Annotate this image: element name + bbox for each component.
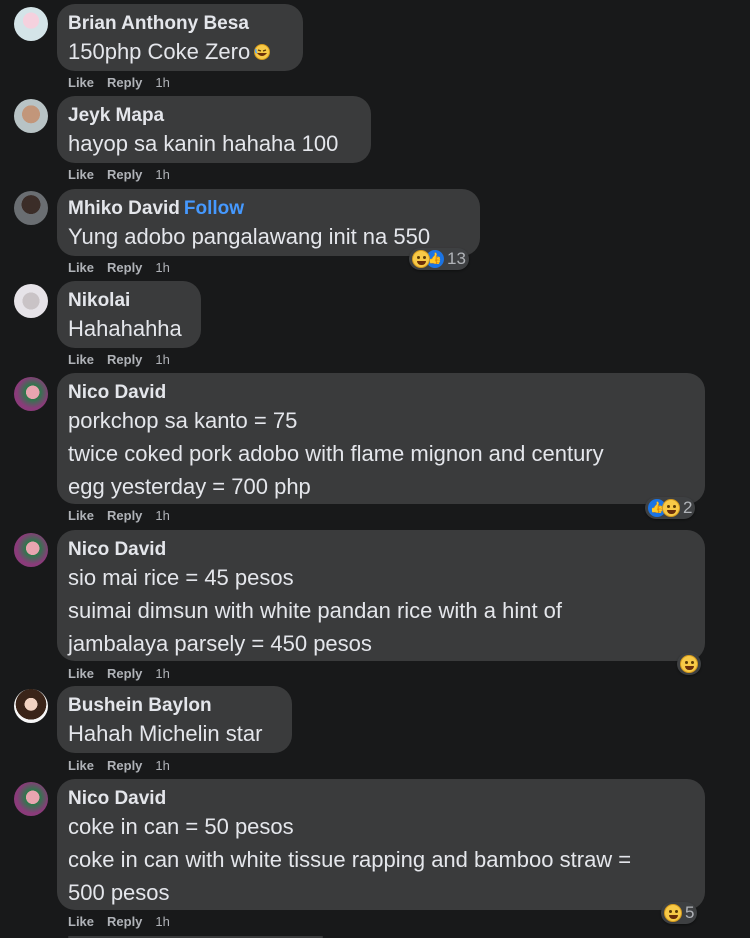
comment-author: Mhiko David Follow (68, 198, 245, 219)
reaction-summary[interactable]: 👍 13 (409, 248, 469, 270)
comment-time[interactable]: 1h (155, 167, 169, 182)
avatar[interactable] (14, 533, 48, 567)
comment-text-line: coke in can with white tissue rapping an… (68, 847, 632, 872)
comment-text-line: egg yesterday = 700 php (68, 474, 311, 499)
comment-text-line: porkchop sa kanto = 75 (68, 408, 298, 433)
comment-time[interactable]: 1h (155, 75, 169, 90)
like-link[interactable]: Like (68, 260, 94, 275)
haha-reaction-icon (680, 655, 698, 673)
comment-time[interactable]: 1h (155, 352, 169, 367)
reply-link[interactable]: Reply (107, 758, 142, 773)
like-link[interactable]: Like (68, 75, 94, 90)
comment-author[interactable]: Brian Anthony Besa (68, 13, 291, 35)
like-link[interactable]: Like (68, 758, 94, 773)
reaction-summary[interactable]: 👍 2 (645, 497, 696, 519)
reply-link[interactable]: Reply (107, 352, 142, 367)
comment-bubble: Nico David sio mai rice = 45 pesos suima… (57, 530, 705, 661)
comment-bubble: Bushein Baylon Hahah Michelin star (57, 686, 292, 753)
comment-bubble: Jeyk Mapa hayop sa kanin hahaha 100 (57, 96, 371, 163)
like-link[interactable]: Like (68, 352, 94, 367)
comment-actions: Like Reply 1h (68, 508, 183, 523)
comment-text: Hahah Michelin star (68, 721, 263, 746)
follow-button[interactable]: Follow (184, 198, 244, 219)
avatar[interactable] (14, 377, 48, 411)
avatar[interactable] (14, 99, 48, 133)
comment-text-line: jambalaya parsely = 450 pesos (68, 631, 372, 656)
like-link[interactable]: Like (68, 508, 94, 523)
comment-text: 150php Coke Zero (68, 35, 291, 68)
comment-actions: Like Reply 1h (68, 914, 183, 929)
comment-text: Hahahahha (68, 316, 182, 341)
comment-bubble: Nikolai Hahahahha (57, 281, 201, 348)
haha-reaction-icon (662, 499, 680, 517)
comment-bubble: Brian Anthony Besa 150php Coke Zero (57, 4, 303, 71)
comment-text: hayop sa kanin hahaha 100 (68, 131, 339, 156)
avatar[interactable] (14, 191, 48, 225)
comment-author[interactable]: Nico David (68, 382, 693, 404)
like-link[interactable]: Like (68, 914, 94, 929)
comment-time[interactable]: 1h (155, 260, 169, 275)
comment-actions: Like Reply 1h (68, 260, 183, 275)
comment-author[interactable]: Jeyk Mapa (68, 105, 359, 127)
laughing-emoji-icon (254, 44, 271, 60)
haha-reaction-icon (664, 904, 682, 922)
comment-time[interactable]: 1h (155, 758, 169, 773)
comment-author[interactable]: Nico David (68, 539, 693, 561)
comment-text: Yung adobo pangalawang init na 550 (68, 224, 431, 249)
comment-actions: Like Reply 1h (68, 167, 183, 182)
reaction-summary[interactable]: 5 (661, 902, 698, 924)
comment-text-line: suimai dimsun with white pandan rice wit… (68, 598, 563, 623)
comment-actions: Like Reply 1h (68, 75, 183, 90)
comment-actions: Like Reply 1h (68, 758, 183, 773)
comment-author[interactable]: Bushein Baylon (68, 695, 280, 717)
reaction-count: 2 (683, 498, 693, 517)
comment-text-line: 500 pesos (68, 880, 170, 905)
comment-text-line: coke in can = 50 pesos (68, 814, 294, 839)
avatar[interactable] (14, 7, 48, 41)
comment-bubble: Mhiko David Follow Yung adobo pangalawang… (57, 189, 480, 256)
comment-actions: Like Reply 1h (68, 352, 183, 367)
comment-time[interactable]: 1h (155, 914, 169, 929)
avatar[interactable] (14, 689, 48, 723)
comment-author[interactable]: Nico David (68, 788, 693, 810)
reply-link[interactable]: Reply (107, 75, 142, 90)
comment-time[interactable]: 1h (155, 666, 169, 681)
like-link[interactable]: Like (68, 666, 94, 681)
comment-time[interactable]: 1h (155, 508, 169, 523)
reply-link[interactable]: Reply (107, 666, 142, 681)
avatar[interactable] (14, 782, 48, 816)
reaction-summary[interactable] (677, 653, 701, 675)
comment-bubble: Nico David porkchop sa kanto = 75 twice … (57, 373, 705, 504)
like-link[interactable]: Like (68, 167, 94, 182)
reply-link[interactable]: Reply (107, 914, 142, 929)
reaction-count: 5 (685, 903, 695, 922)
comment-text-line: twice coked pork adobo with flame mignon… (68, 441, 604, 466)
reply-link[interactable]: Reply (107, 260, 142, 275)
haha-reaction-icon (412, 250, 430, 268)
avatar[interactable] (14, 284, 48, 318)
reply-link[interactable]: Reply (107, 508, 142, 523)
reply-link[interactable]: Reply (107, 167, 142, 182)
comment-author[interactable]: Nikolai (68, 290, 189, 312)
comment-text-line: sio mai rice = 45 pesos (68, 565, 294, 590)
comment-bubble: Nico David coke in can = 50 pesos coke i… (57, 779, 705, 910)
reaction-count: 13 (447, 249, 466, 268)
comment-actions: Like Reply 1h (68, 666, 183, 681)
